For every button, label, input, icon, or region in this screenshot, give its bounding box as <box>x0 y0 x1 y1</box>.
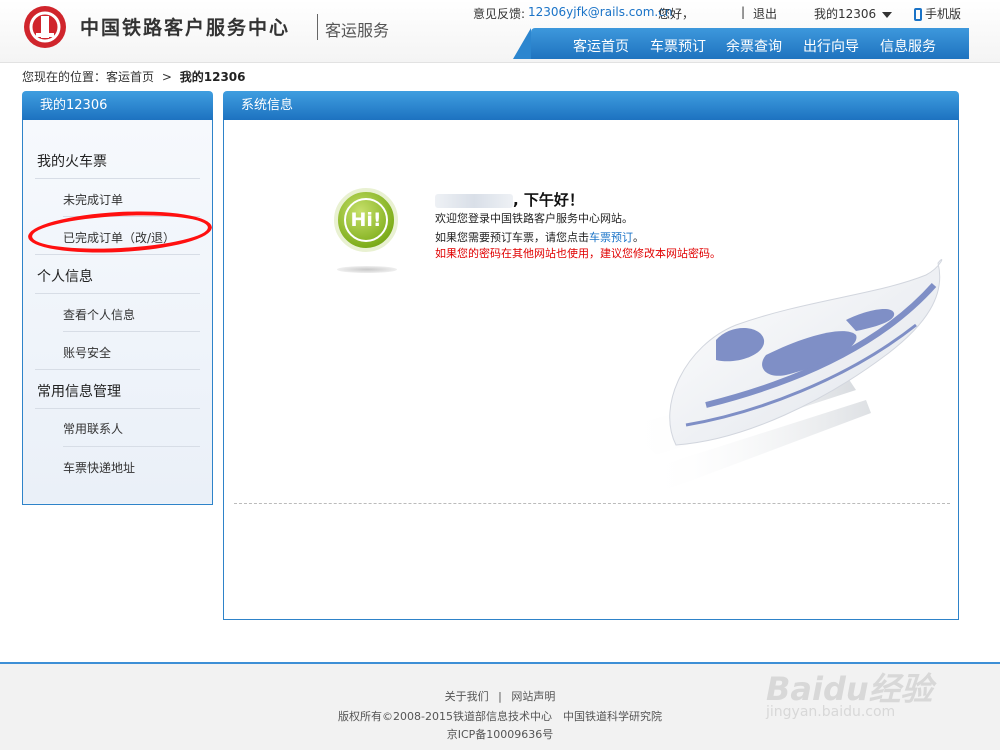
nav-item-travel-guide[interactable]: 出行向导 <box>803 36 859 56</box>
nav-item-ticket-query[interactable]: 余票查询 <box>726 36 782 56</box>
topbar-divider: | <box>741 5 746 19</box>
site-subtitle: 客运服务 <box>325 21 390 40</box>
greeting-text: , 下午好！ <box>513 191 584 209</box>
footer-icp: 京ICP备10009636号 <box>446 728 554 741</box>
divider <box>35 178 200 179</box>
chevron-down-icon <box>882 11 893 18</box>
dashed-divider <box>234 503 950 504</box>
divider <box>35 369 200 370</box>
sidebar-section-tickets: 我的火车票 <box>37 154 107 170</box>
baidu-watermark-url: jingyan.baidu.com <box>766 704 896 720</box>
blurred-username <box>435 193 513 208</box>
nav-item-home[interactable]: 客运首页 <box>573 36 629 56</box>
hi-text: Hi! <box>344 198 388 242</box>
greeting-text: 您好， <box>658 7 695 21</box>
main-nav: 客运首页 车票预订 余票查询 出行向导 信息服务 <box>513 28 969 59</box>
breadcrumb: 您现在的位置：客运首页 > 我的12306 <box>22 68 246 85</box>
sidebar-item-pending-orders[interactable]: 未完成订单 <box>63 191 123 208</box>
hi-badge-shadow <box>337 266 397 273</box>
sidebar-item-view-profile[interactable]: 查看个人信息 <box>63 306 135 323</box>
phone-icon <box>914 8 922 21</box>
my12306-label: 我的12306 <box>814 7 877 21</box>
divider <box>35 293 200 294</box>
system-info-panel: 系统信息 Hi! , 下午好！ 欢迎您登录中国铁路客户服务中心网站。 如果您需要… <box>223 91 959 620</box>
sidebar-item-account-security[interactable]: 账号安全 <box>63 344 111 361</box>
sidebar: 我的12306 我的火车票 未完成订单 已完成订单（改/退） 个人信息 查看个人… <box>22 91 213 505</box>
logout-link[interactable]: 退出 <box>753 5 777 22</box>
divider <box>35 254 200 255</box>
sidebar-title: 我的12306 <box>22 91 213 120</box>
feedback-email-link[interactable]: 12306yjfk@rails.com.cn <box>528 5 672 19</box>
railway-logo-icon[interactable] <box>24 6 66 48</box>
hi-badge-icon: Hi! <box>334 188 398 252</box>
feedback-label: 意见反馈: <box>473 7 526 21</box>
sidebar-item-contacts[interactable]: 常用联系人 <box>63 420 123 437</box>
about-link[interactable]: 关于我们 <box>445 690 489 703</box>
mobile-link[interactable]: 手机版 <box>914 5 961 22</box>
footer-separator: | <box>498 690 502 703</box>
breadcrumb-home-link[interactable]: 客运首页 <box>106 70 154 84</box>
site-header: 中国铁路客户服务中心 客运服务 意见反馈: 12306yjfk@rails.co… <box>0 0 1000 63</box>
site-title: 中国铁路客户服务中心 <box>80 17 291 39</box>
divider <box>63 446 200 447</box>
nav-item-info-service[interactable]: 信息服务 <box>880 36 936 56</box>
divider <box>35 408 200 409</box>
breadcrumb-current: 我的12306 <box>179 70 246 84</box>
sidebar-item-delivery-address[interactable]: 车票快递地址 <box>63 459 135 476</box>
sidebar-section-common-info: 常用信息管理 <box>37 384 121 400</box>
statement-link[interactable]: 网站声明 <box>511 690 555 703</box>
sidebar-body: 我的火车票 未完成订单 已完成订单（改/退） 个人信息 查看个人信息 账号安全 … <box>22 120 213 505</box>
divider <box>63 331 200 332</box>
booking-link[interactable]: 车票预订 <box>589 231 633 244</box>
panel-body: Hi! , 下午好！ 欢迎您登录中国铁路客户服务中心网站。 如果您需要预订车票，… <box>223 120 959 620</box>
bullet-train-illustration <box>626 259 943 490</box>
booking-hint-pre: 如果您需要预订车票，请您点击 <box>435 231 589 244</box>
mobile-label: 手机版 <box>925 7 962 21</box>
booking-hint: 如果您需要预订车票，请您点击车票预订。 <box>435 229 644 245</box>
sidebar-section-personal-info: 个人信息 <box>37 269 93 285</box>
panel-title: 系统信息 <box>223 91 959 120</box>
my12306-dropdown[interactable]: 我的12306 <box>814 5 893 22</box>
breadcrumb-separator: > <box>161 70 172 84</box>
welcome-greeting: , 下午好！ <box>435 189 584 210</box>
breadcrumb-prefix: 您现在的位置： <box>22 70 107 84</box>
title-divider <box>317 14 318 40</box>
nav-item-booking[interactable]: 车票预订 <box>650 36 706 56</box>
booking-hint-post: 。 <box>633 231 644 244</box>
welcome-message: 欢迎您登录中国铁路客户服务中心网站。 <box>435 212 633 225</box>
